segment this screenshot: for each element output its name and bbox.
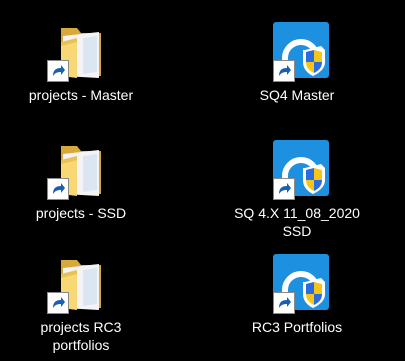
shortcut-arrow-icon bbox=[273, 292, 295, 314]
desktop-icon-rc3-portfolios[interactable]: RC3 Portfolios bbox=[232, 252, 362, 336]
shortcut-arrow-icon bbox=[47, 60, 69, 82]
desktop-icon-projects-ssd[interactable]: projects - SSD bbox=[16, 138, 146, 222]
desktop-icon-sq4x-ssd[interactable]: SQ 4.X 11_08_2020 SSD bbox=[232, 138, 362, 240]
desktop-icon-label: projects - Master bbox=[28, 87, 134, 103]
app-shield-icon bbox=[263, 138, 331, 200]
shortcut-arrow-icon bbox=[47, 178, 69, 200]
desktop-icon-label: SQ4 Master bbox=[259, 87, 335, 103]
desktop: projects - Master SQ4 Master projects - … bbox=[0, 0, 405, 361]
desktop-icon-sq4-master[interactable]: SQ4 Master bbox=[232, 20, 362, 104]
app-shield-icon bbox=[263, 252, 331, 314]
shortcut-arrow-icon bbox=[273, 60, 295, 82]
desktop-icon-label: projects RC3 portfolios bbox=[40, 319, 122, 353]
desktop-icon-projects-master[interactable]: projects - Master bbox=[16, 20, 146, 104]
desktop-icon-projects-rc3-portfolios[interactable]: projects RC3 portfolios bbox=[16, 252, 146, 354]
folder-icon bbox=[47, 138, 115, 200]
folder-icon bbox=[47, 20, 115, 82]
folder-icon bbox=[47, 252, 115, 314]
shortcut-arrow-icon bbox=[47, 292, 69, 314]
shortcut-arrow-icon bbox=[273, 178, 295, 200]
app-shield-icon bbox=[263, 20, 331, 82]
desktop-icon-label: SQ 4.X 11_08_2020 SSD bbox=[234, 205, 360, 239]
desktop-icon-label: RC3 Portfolios bbox=[251, 319, 343, 335]
desktop-icon-label: projects - SSD bbox=[35, 205, 127, 221]
